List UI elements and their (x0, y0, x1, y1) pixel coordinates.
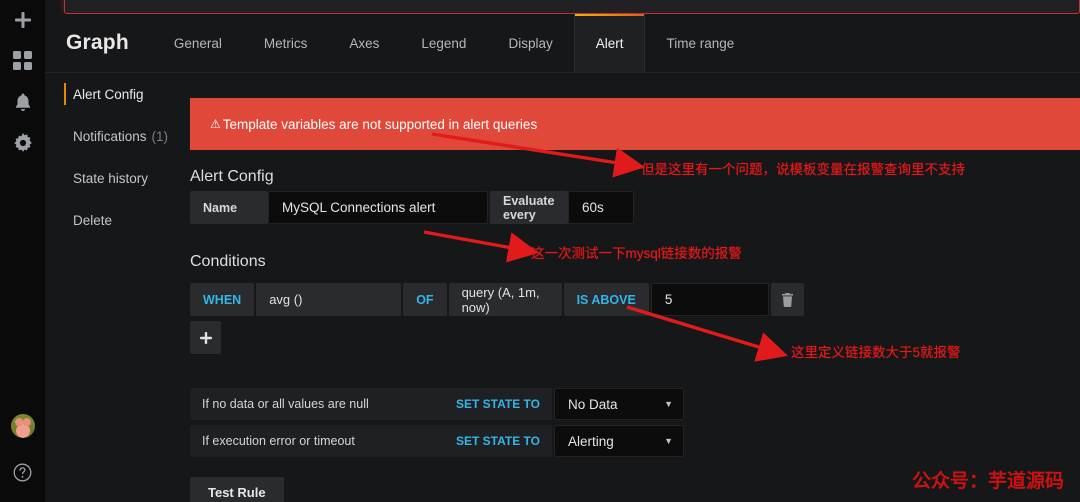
evaluate-every-input[interactable]: 60s (568, 191, 634, 224)
tab-alert[interactable]: Alert (573, 14, 646, 72)
condition-row: WHEN avg () OF query (A, 1m, now) IS ABO… (190, 283, 806, 316)
help-icon[interactable] (0, 452, 45, 492)
sidebar-item-alert-config[interactable]: Alert Config (45, 73, 190, 115)
alert-name-row: Name MySQL Connections alert Evaluate ev… (190, 191, 634, 224)
exec-error-description: If execution error or timeout (190, 425, 452, 457)
exec-error-state-value: Alerting (568, 433, 614, 449)
condition-reducer-select[interactable]: avg () (256, 283, 402, 316)
tab-metrics[interactable]: Metrics (243, 14, 329, 72)
condition-when-label: WHEN (190, 283, 255, 316)
alert-name-label: Name (190, 191, 268, 224)
alert-warning-banner: ⚠ Template variables are not supported i… (190, 98, 1080, 150)
configuration-gear-icon[interactable] (0, 123, 45, 163)
trash-icon[interactable] (770, 283, 804, 316)
tab-axes[interactable]: Axes (328, 14, 400, 72)
tab-general[interactable]: General (153, 14, 243, 72)
alert-name-input[interactable]: MySQL Connections alert (268, 191, 488, 224)
user-avatar[interactable] (0, 406, 45, 446)
exec-error-set-state-label: SET STATE TO (452, 425, 552, 457)
sidebar-item-delete[interactable]: Delete (45, 199, 190, 241)
chevron-down-icon: ▼ (664, 399, 673, 409)
alert-sidebar: Alert Config Notifications (1) State his… (45, 73, 190, 502)
condition-query-select[interactable]: query (A, 1m, now) (448, 283, 562, 316)
tab-legend[interactable]: Legend (400, 14, 487, 72)
alerting-bell-icon[interactable] (0, 82, 45, 122)
condition-threshold-input[interactable]: 5 (650, 283, 769, 316)
alert-config-pane: ⚠ Template variables are not supported i… (190, 73, 1080, 502)
notifications-count: (1) (151, 128, 169, 144)
alert-config-section-title: Alert Config (190, 168, 274, 185)
evaluate-every-label: Evaluate every (490, 191, 568, 224)
no-data-state-row: If no data or all values are null SET ST… (190, 388, 684, 420)
condition-of-label: OF (403, 283, 447, 316)
exec-error-state-select[interactable]: Alerting ▼ (554, 425, 684, 457)
warning-message: Template variables are not supported in … (222, 116, 538, 132)
tab-list: Graph General Metrics Axes Legend Displa… (45, 14, 755, 72)
sidebar-item-state-history[interactable]: State history (45, 157, 190, 199)
sidebar-item-label: State history (73, 170, 149, 186)
add-icon[interactable] (0, 0, 45, 40)
exec-error-state-row: If execution error or timeout SET STATE … (190, 425, 684, 457)
sidebar-item-label: Alert Config (73, 86, 144, 102)
left-nav-rail (0, 0, 45, 502)
add-condition-button[interactable] (190, 321, 221, 354)
graph-panel-remnant (64, 0, 1080, 14)
no-data-state-value: No Data (568, 396, 618, 412)
no-data-set-state-label: SET STATE TO (452, 388, 552, 420)
chevron-down-icon: ▼ (664, 436, 673, 446)
plus-icon (199, 331, 212, 344)
warning-triangle-icon: ⚠ (210, 117, 221, 131)
sidebar-item-label: Delete (73, 212, 113, 228)
tab-display[interactable]: Display (487, 14, 573, 72)
panel-editor-tabbar: Graph General Metrics Axes Legend Displa… (45, 14, 1080, 73)
test-rule-button[interactable]: Test Rule (190, 477, 284, 502)
grafana-alert-editor-screen: Graph General Metrics Axes Legend Displa… (0, 0, 1080, 502)
sidebar-item-label: Notifications (73, 128, 147, 144)
page-title: Graph (66, 31, 129, 54)
no-data-state-select[interactable]: No Data ▼ (554, 388, 684, 420)
conditions-section-title: Conditions (190, 253, 266, 270)
condition-evaluator-label[interactable]: IS ABOVE (563, 283, 649, 316)
dashboards-icon[interactable] (0, 40, 45, 80)
tab-time-range[interactable]: Time range (645, 14, 755, 72)
no-data-description: If no data or all values are null (190, 388, 452, 420)
sidebar-item-notifications[interactable]: Notifications (1) (45, 115, 190, 157)
